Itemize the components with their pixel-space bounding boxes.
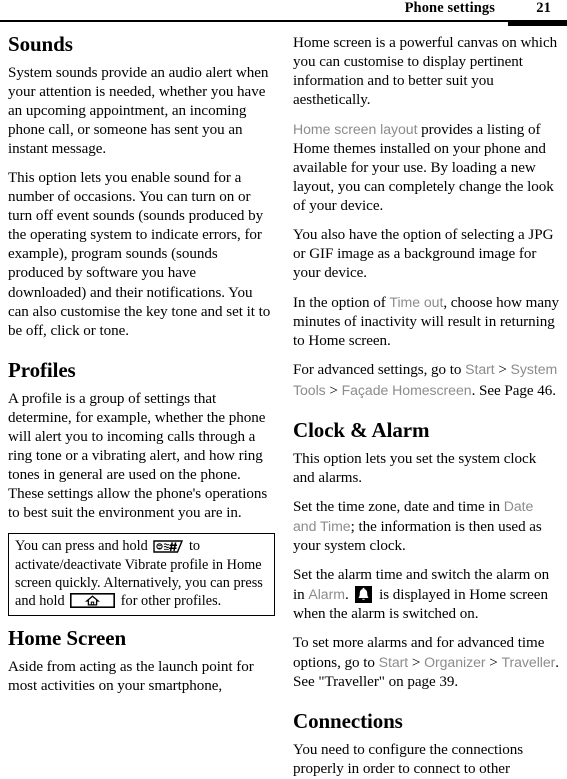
paragraph-sounds-1: System sounds provide an audio alert whe… [8,65,269,158]
paragraph-time-out-prefix: In the option of [293,294,390,311]
ui-term-facade-homescreen: Façade Homescreen [341,381,472,398]
paragraph-more-alarms: To set more alarms and for advanced time… [293,634,560,692]
ui-term-home-screen-layout: Home screen layout [293,120,418,137]
heading-home-screen: Home Screen [8,625,127,650]
ui-term-start: Start [465,361,495,378]
header-title: Phone settings [404,0,495,16]
paragraph-time-out: In the option of Time out, choose how ma… [293,293,560,351]
alarm-bell-icon [355,586,373,604]
paragraph-advanced-prefix: For advanced settings, go to [293,362,466,379]
advanced-sep-2: > [325,382,342,399]
paragraph-alarm-mid: . [344,587,353,604]
ui-term-alarm: Alarm [308,586,345,603]
note-text-3: for other profiles. [120,593,222,610]
header-line: Phone settings 21 [405,0,551,17]
paragraph-date-time: Set the time zone, date and time in Date… [293,497,560,556]
ui-term-traveller: Traveller [501,653,556,670]
heading-clock-alarm: Clock & Alarm [293,417,430,442]
more-alarms-sep-1: > [408,654,425,671]
page-columns: Sounds System sounds provide an audio al… [0,34,567,777]
paragraph-clock-1: This option lets you set the system cloc… [293,450,537,486]
paragraph-connections: You need to configure the connections pr… [293,742,524,778]
page-number: 21 [536,0,551,16]
header-rule-thick [508,20,567,26]
note-text-1: You can press and hold [15,538,148,555]
left-column: Sounds System sounds provide an audio al… [8,34,275,765]
paragraph-home-screen-layout: Home screen layout provides a listing of… [293,120,560,216]
heading-connections: Connections [293,709,403,734]
note-box-text: You can press and hold to activate/deact… [15,537,268,610]
paragraph-alarm: Set the alarm time and switch the alarm … [293,566,560,624]
paragraph-sounds-2: This option lets you enable sound for a … [8,169,271,339]
heading-profiles: Profiles [8,357,76,382]
page-header: Phone settings 21 [0,0,567,26]
paragraph-profiles-1: A profile is a group of settings that de… [8,390,268,522]
heading-sounds: Sounds [8,32,73,56]
advanced-sep-1: > [494,362,511,379]
right-column: Home screen is a powerful canvas on whic… [293,34,560,777]
paragraph-home-screen: Aside from acting as the launch point fo… [8,658,254,694]
paragraph-jpg-gif: You also have the option of selecting a … [293,226,554,282]
ui-term-organizer: Organizer [424,653,486,670]
ui-term-start-2: Start [378,653,409,670]
paragraph-advanced-rest: . See Page 46. [471,382,556,399]
note-box: You can press and hold to activate/deact… [8,533,275,616]
more-alarms-sep-2: > [485,654,502,671]
hash-key-icon [153,540,184,554]
paragraph-home-canvas: Home screen is a powerful canvas on whic… [293,35,558,109]
header-rule-thin [0,20,567,22]
paragraph-advanced-settings: For advanced settings, go to Start > Sys… [293,360,560,400]
paragraph-date-time-prefix: Set the time zone, date and time in [293,499,504,516]
ui-term-time-out: Time out [389,293,444,310]
home-key-icon [70,593,116,609]
